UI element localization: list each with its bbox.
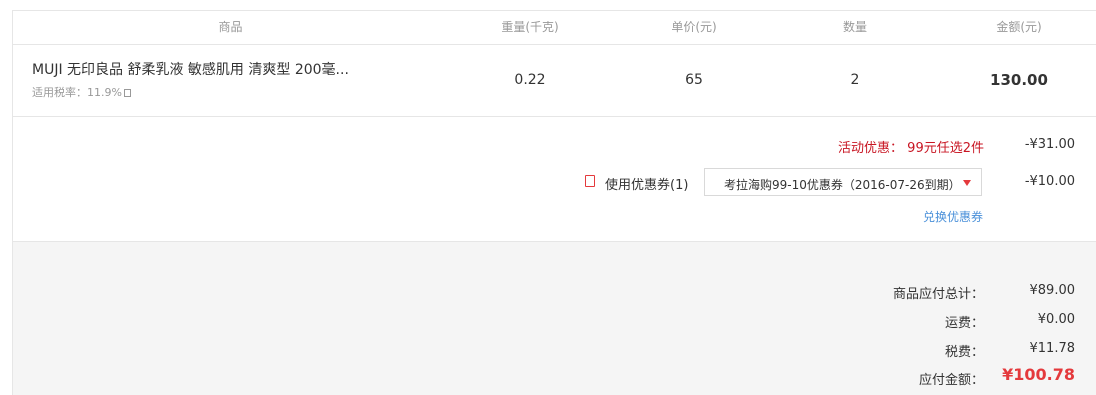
header-amount: 金额(元) [996,20,1042,34]
promo-label: 活动优惠： [838,141,904,156]
shipping-value: ¥0.00 [1037,312,1075,327]
coupon-checkbox[interactable] [585,175,595,187]
tax-rate-text: 适用税率：11.9% [32,84,131,100]
header-weight: 重量(千克) [501,20,559,34]
header-unit-price: 单价(元) [671,20,717,34]
subtotal-value: ¥89.00 [1029,283,1076,298]
item-amount: 130.00 [990,71,1048,89]
tax-value: ¥11.78 [1029,341,1076,356]
coupon-amount: -¥10.00 [1024,174,1075,189]
redeem-coupon-link[interactable]: 兑换优惠券 [923,208,983,225]
info-icon[interactable] [123,89,131,97]
item-weight: 0.22 [514,72,546,88]
item-unit-price: 65 [685,72,703,88]
total-value: ¥100.78 [1002,365,1075,384]
table-row: MUJI 无印良品 舒柔乳液 敏感肌用 清爽型 200毫... 适用税率：11.… [13,45,1096,117]
coupon-label: 使用优惠券(1) [605,178,689,193]
header-product: 商品 [218,20,243,34]
promo-name: 99元任选2件 [907,141,984,156]
promo-text: 活动优惠： 99元任选2件 [838,137,984,156]
shipping-label: 运费： [944,316,984,331]
product-name[interactable]: MUJI 无印良品 舒柔乳液 敏感肌用 清爽型 200毫... [32,59,349,79]
tax-label: 税费： [944,345,984,360]
order-summary-panel: 商品 重量(千克) 单价(元) 数量 金额(元) MUJI 无印良品 舒柔乳液 … [12,10,1096,395]
discount-section: 活动优惠： 99元任选2件 -¥31.00 使用优惠券(1) 考拉海购99-10… [13,117,1096,242]
coupon-selected-value: 考拉海购99-10优惠券（2016-07-26到期） [724,178,961,192]
subtotal-label: 商品应付总计： [892,287,984,302]
header-quantity: 数量 [842,20,867,34]
chevron-down-icon [963,180,971,186]
tax-rate-label: 适用税率：11.9% [32,86,122,99]
total-label: 应付金额： [918,373,984,388]
payment-summary: 商品应付总计： ¥89.00 运费： ¥0.00 税费： ¥11.78 应付金额… [13,242,1096,395]
item-quantity: 2 [850,72,860,88]
coupon-select[interactable]: 考拉海购99-10优惠券（2016-07-26到期） [704,168,982,196]
promo-amount: -¥31.00 [1024,137,1075,152]
table-header: 商品 重量(千克) 单价(元) 数量 金额(元) [13,11,1096,45]
